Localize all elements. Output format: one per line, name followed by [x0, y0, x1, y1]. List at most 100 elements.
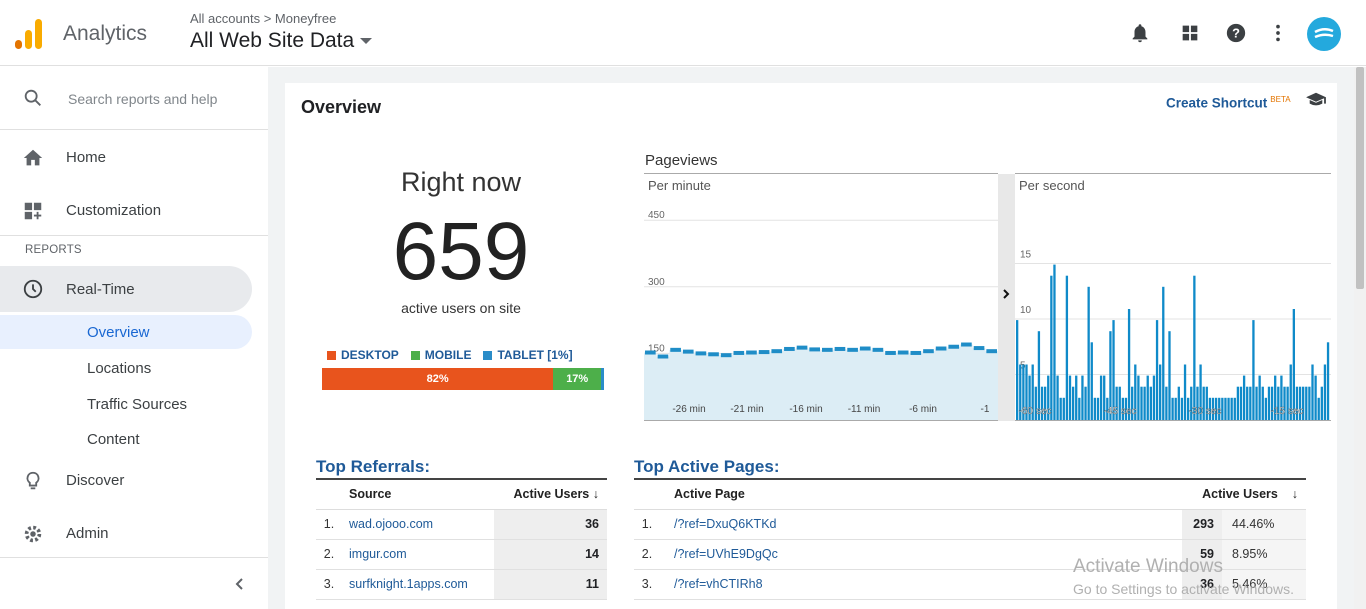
data-point — [897, 350, 909, 355]
data-point — [784, 346, 795, 351]
bar — [1099, 375, 1103, 420]
bar — [1146, 375, 1149, 420]
search-input[interactable]: Search reports and help — [68, 91, 217, 107]
nav-customization[interactable]: Customization — [0, 188, 268, 233]
table-row: 2. imgur.com 14 — [316, 539, 607, 570]
scrollbar-thumb[interactable] — [1356, 67, 1364, 289]
nav-overview[interactable]: Overview — [0, 315, 252, 349]
data-point — [682, 349, 694, 354]
bell-icon[interactable] — [1129, 22, 1151, 44]
bar — [1258, 375, 1261, 420]
page-link[interactable]: /?ref=vhCTIRh8 — [674, 577, 763, 591]
data-point — [847, 347, 858, 352]
nav-admin-label: Admin — [66, 525, 109, 542]
per-second-chart: 15105-60 sec-45 sec-30 sec-15 sec — [1015, 250, 1331, 420]
bar — [1149, 386, 1152, 420]
bar — [1264, 397, 1268, 420]
property-selector[interactable]: All Web Site Data — [190, 29, 373, 53]
table-row: 1. wad.ojooo.com 36 — [316, 509, 607, 540]
bar — [1078, 397, 1081, 420]
sort-down-icon: ↓ — [1291, 487, 1298, 502]
search-box[interactable]: Search reports and help — [0, 67, 268, 130]
bar — [1252, 320, 1255, 420]
bar — [1068, 375, 1072, 420]
data-point — [809, 347, 820, 352]
nav-home-label: Home — [66, 149, 107, 166]
col-index — [316, 478, 342, 510]
graduation-cap-icon[interactable] — [1305, 91, 1327, 114]
bar — [1246, 386, 1249, 420]
nav-admin[interactable]: Admin — [0, 511, 268, 556]
page-link[interactable]: /?ref=DxuQ6KTKd — [674, 517, 776, 531]
col-active-users[interactable]: Active Users ↓ — [1182, 478, 1306, 510]
referral-link[interactable]: surfknight.1apps.com — [349, 577, 468, 591]
nav-traffic-sources[interactable]: Traffic Sources — [0, 387, 252, 421]
apps-grid-icon[interactable] — [1179, 22, 1201, 44]
bar — [1171, 397, 1174, 420]
nav-discover[interactable]: Discover — [0, 458, 268, 503]
data-point — [670, 347, 681, 352]
page-link[interactable]: /?ref=UVhE9DgQc — [674, 547, 778, 561]
active-users-count: 659 — [392, 206, 530, 297]
data-point — [872, 347, 884, 352]
bar — [1242, 375, 1246, 420]
col-active-page[interactable]: Active Page — [660, 478, 1182, 510]
analytics-logo[interactable] — [15, 17, 45, 49]
bar — [1314, 375, 1317, 420]
help-icon[interactable]: ? — [1225, 22, 1247, 44]
chevron-right-icon — [1003, 289, 1010, 299]
nav-home[interactable]: Home — [0, 135, 268, 180]
top-pages-title: Top Active Pages: — [634, 457, 780, 476]
bar — [1056, 375, 1059, 420]
data-point — [986, 349, 997, 354]
svg-text:?: ? — [1232, 26, 1240, 41]
bar — [1165, 386, 1168, 420]
nav-traffic-sources-label: Traffic Sources — [87, 395, 188, 413]
bar — [1177, 386, 1180, 420]
bar — [1137, 375, 1140, 420]
bar — [1075, 375, 1078, 420]
bar — [1224, 397, 1227, 420]
collapse-sidebar-icon[interactable] — [232, 576, 248, 597]
activate-windows-hint: Go to Settings to activate Windows. — [1073, 581, 1294, 597]
gear-icon — [24, 525, 42, 542]
legend-mobile: MOBILE — [410, 348, 471, 362]
more-vert-icon[interactable] — [1267, 22, 1289, 44]
x-tick-label: -1 — [981, 404, 990, 415]
nav-overview-label: Overview — [87, 323, 150, 341]
bar — [1193, 275, 1196, 420]
col-active-users[interactable]: Active Users ↓ — [494, 478, 607, 510]
bar — [1096, 397, 1100, 420]
nav-realtime[interactable]: Real-Time — [0, 266, 252, 312]
nav-content[interactable]: Content — [0, 422, 252, 456]
col-source[interactable]: Source — [342, 478, 495, 510]
x-tick-label: -26 min — [672, 404, 705, 415]
clock-icon — [23, 279, 43, 299]
activate-windows-watermark: Activate Windows — [1073, 556, 1223, 577]
data-point — [720, 353, 732, 358]
page-scrollbar[interactable] — [1354, 67, 1366, 609]
top-bar: Analytics All accounts > Moneyfree All W… — [0, 0, 1366, 66]
bar — [1249, 386, 1252, 420]
avatar[interactable] — [1307, 17, 1341, 51]
x-tick-label: -21 min — [730, 404, 763, 415]
bar — [1230, 397, 1233, 420]
create-shortcut-link[interactable]: Create Shortcut BETA — [1166, 95, 1291, 111]
referral-link[interactable]: imgur.com — [349, 547, 407, 561]
bar — [1326, 342, 1330, 420]
search-icon — [24, 89, 41, 106]
data-point — [796, 345, 808, 350]
per-minute-panel: Per minute 450 300 150 -26 min -21 min -16 mi… — [644, 173, 998, 421]
expand-chart-button[interactable] — [998, 174, 1015, 421]
breadcrumb[interactable]: All accounts > Moneyfree — [190, 11, 336, 26]
reports-section-label: REPORTS — [25, 244, 82, 256]
referral-link[interactable]: wad.ojooo.com — [349, 517, 433, 531]
y-tick-label: 15 — [1020, 250, 1032, 261]
device-legend: DESKTOP MOBILE TABLET [1%] — [327, 348, 573, 362]
nav-locations[interactable]: Locations — [0, 351, 252, 385]
pageviews-title: Pageviews — [645, 152, 718, 169]
bar — [1162, 286, 1165, 420]
data-point — [758, 350, 770, 355]
data-point — [695, 351, 707, 356]
desktop-segment: 82% — [322, 368, 554, 390]
